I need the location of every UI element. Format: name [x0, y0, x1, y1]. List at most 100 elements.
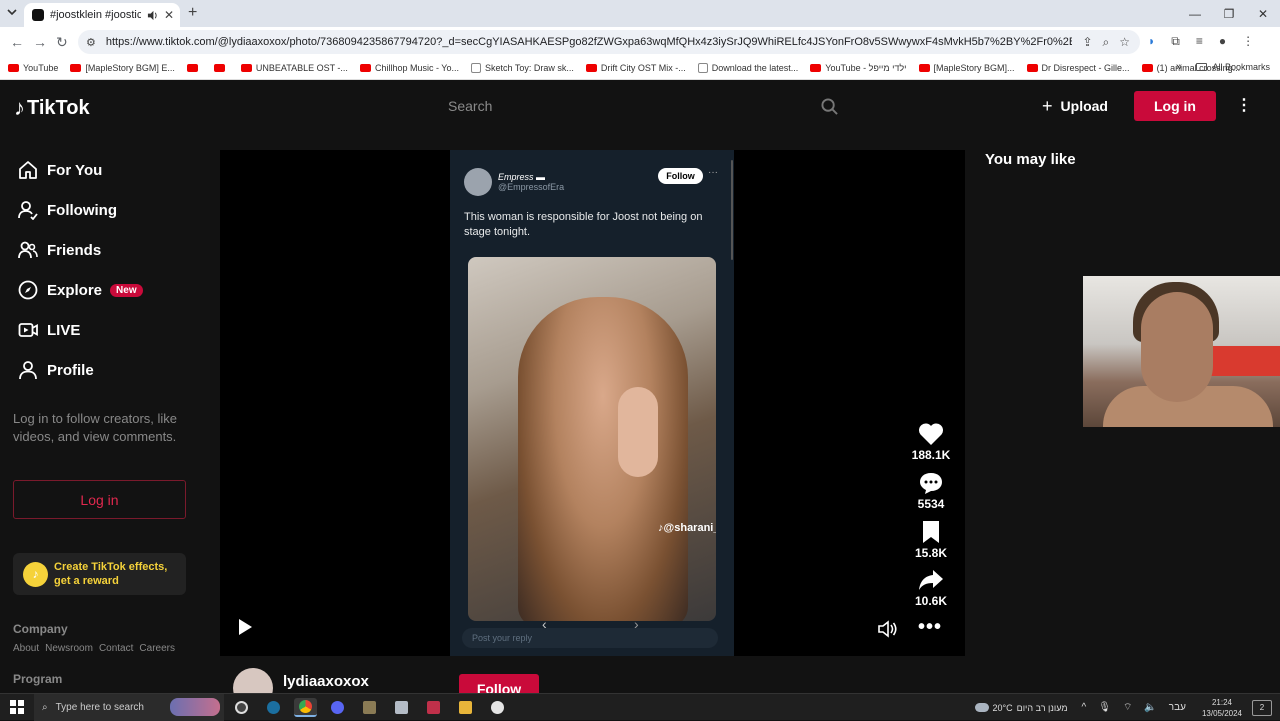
browser-tab-strip: #joostklein #joostice #justi ✕ + — ❐ ✕	[0, 0, 1280, 27]
new-tab-button[interactable]: +	[188, 4, 197, 22]
search-input[interactable]: Search	[436, 91, 850, 121]
sidebar-item-for-you[interactable]: For You	[0, 150, 200, 190]
footer-link[interactable]: About	[13, 643, 39, 654]
sidebar-item-explore[interactable]: ExploreNew	[0, 270, 200, 310]
reload-icon[interactable]: ↻	[56, 34, 68, 51]
sidebar-item-friends[interactable]: Friends	[0, 230, 200, 270]
post-more-icon: ···	[708, 167, 718, 178]
notification-center-icon[interactable]: 2	[1252, 700, 1272, 716]
profile-icon	[18, 360, 38, 380]
post-scrollbar[interactable]	[731, 160, 733, 260]
volume-tray-icon[interactable]: 🔈	[1144, 702, 1156, 713]
extensions-puzzle-icon[interactable]: ⧉	[1171, 34, 1180, 49]
footer-link[interactable]: Newsroom	[45, 643, 93, 654]
footer-link[interactable]: Contact	[99, 643, 133, 654]
taskbar-search-input[interactable]: ⌕ Type here to search	[34, 694, 224, 721]
header-login-button[interactable]: Log in	[1134, 91, 1216, 121]
microphone-icon[interactable]: 🎙	[1098, 702, 1111, 713]
bookmark-item[interactable]: YouTube	[8, 63, 58, 73]
site-info-icon[interactable]: ⚙	[86, 36, 96, 49]
sidebar-login-button[interactable]: Log in	[13, 480, 186, 519]
bookmark-item[interactable]: YouTube - ילדי מייפל	[810, 63, 906, 73]
bookmarks-overflow-icon[interactable]: »	[1176, 61, 1182, 73]
clock[interactable]: 21:24 13/05/2024	[1202, 697, 1242, 719]
app9-icon[interactable]	[486, 698, 509, 717]
chrome-menu-icon[interactable]: ⋮	[1242, 34, 1254, 49]
volume-icon[interactable]	[878, 620, 898, 643]
speaker-icon[interactable]	[147, 10, 158, 21]
bookmark-item[interactable]	[214, 64, 229, 72]
browser-tab-active[interactable]: #joostklein #joostice #justi ✕	[24, 3, 180, 27]
sidebar-item-profile[interactable]: Profile	[0, 350, 200, 390]
sidebar-item-following[interactable]: Following	[0, 190, 200, 230]
all-bookmarks-button[interactable]: All Bookmarks	[1196, 62, 1270, 72]
author-username[interactable]: lydiaaxoxox	[283, 673, 369, 690]
language-indicator[interactable]: עבר	[1169, 702, 1186, 713]
bookmark-label: [MapleStory BGM] E...	[85, 63, 175, 73]
bookmark-star-icon[interactable]: ☆	[1119, 35, 1130, 50]
restore-icon[interactable]: ❐	[1212, 0, 1246, 27]
bookmark-item[interactable]: [MapleStory BGM]...	[919, 63, 1015, 73]
file-explorer-icon[interactable]	[454, 698, 477, 717]
system-tray: 20°C מעונן רב היום ^ 🎙 ⌔ 🔈 עבר 21:24 13/…	[975, 694, 1280, 721]
steam-app-icon[interactable]	[262, 698, 285, 717]
folder-icon	[1196, 63, 1207, 71]
comment-button[interactable]: 5534	[910, 471, 952, 511]
extension-icon[interactable]: ◗	[1148, 34, 1155, 49]
play-icon[interactable]	[236, 618, 254, 641]
address-bar[interactable]: ⚙ https://www.tiktok.com/@lydiaaxoxox/ph…	[78, 30, 1140, 54]
tab-title: #joostklein #joostice #justi	[50, 9, 141, 21]
bookmark-item[interactable]: Chillhop Music - Yo...	[360, 63, 459, 73]
browser-toolbar: ← → ↻ ⚙ https://www.tiktok.com/@lydiaaxo…	[0, 27, 1280, 57]
footer-company-heading[interactable]: Company	[13, 622, 68, 636]
bookmark-item[interactable]: Sketch Toy: Draw sk...	[471, 63, 574, 73]
tab-search-icon[interactable]	[6, 6, 18, 18]
minimize-icon[interactable]: —	[1178, 0, 1212, 27]
chrome-app-icon[interactable]	[294, 698, 317, 717]
footer-link[interactable]: Careers	[139, 643, 175, 654]
video-more-icon[interactable]: •••	[918, 616, 942, 639]
sidebar-item-label: Friends	[47, 242, 101, 259]
bookmark-item[interactable]: UNBEATABLE OST -...	[241, 63, 348, 73]
discord-app-icon[interactable]	[326, 698, 349, 717]
video-player[interactable]: Empress ▬ @EmpressofEra Follow ··· This …	[220, 150, 965, 656]
bookmark-item[interactable]	[187, 64, 202, 72]
bookmark-item[interactable]: Download the latest...	[698, 63, 799, 73]
windows-start-icon[interactable]	[10, 700, 24, 719]
obs-app-icon[interactable]	[230, 698, 253, 717]
close-tab-icon[interactable]: ✕	[164, 8, 174, 22]
bookmark-item[interactable]: [MapleStory BGM] E...	[70, 63, 175, 73]
footer-program-heading[interactable]: Program	[13, 672, 62, 686]
bookmark-item[interactable]: Dr Disrespect - Gille...	[1027, 63, 1130, 73]
weather-text: מעונן רב היום	[1017, 703, 1068, 713]
tiktok-logo[interactable]: ♪ TikTok	[14, 95, 90, 121]
more-options-icon[interactable]: ⋮	[1236, 95, 1252, 115]
save-button[interactable]: 15.8K	[910, 520, 952, 560]
install-app-icon[interactable]: ⇪	[1082, 35, 1092, 50]
weather-widget[interactable]: 20°C מעונן רב היום	[975, 703, 1068, 713]
back-icon[interactable]: ←	[10, 34, 24, 50]
zoom-icon[interactable]: ⌕	[1103, 35, 1110, 50]
post-photo: ♪@sharani_	[468, 257, 716, 621]
network-icon[interactable]: ⌔	[1123, 701, 1132, 714]
app5-icon[interactable]	[358, 698, 381, 717]
tray-chevron-icon[interactable]: ^	[1082, 702, 1087, 713]
carousel-prev-icon[interactable]: ‹	[542, 616, 547, 632]
forward-icon[interactable]: →	[33, 34, 47, 50]
share-button[interactable]: 10.6K	[910, 568, 952, 608]
youtube-icon	[586, 64, 597, 72]
like-button[interactable]: 188.1K	[910, 422, 952, 462]
reading-list-icon[interactable]: ≡	[1196, 34, 1203, 49]
upload-button[interactable]: + Upload	[1032, 91, 1118, 121]
app7-icon[interactable]	[422, 698, 445, 717]
home-icon	[18, 160, 38, 180]
app6-icon[interactable]	[390, 698, 413, 717]
search-icon[interactable]	[821, 98, 838, 118]
footer-links: About Newsroom Contact Careers	[13, 643, 175, 654]
bookmark-item[interactable]: Drift City OST Mix -...	[586, 63, 686, 73]
sidebar-item-live[interactable]: LIVE	[0, 310, 200, 350]
close-window-icon[interactable]: ✕	[1246, 0, 1280, 27]
profile-avatar-icon[interactable]: ●	[1219, 34, 1226, 49]
carousel-next-icon[interactable]: ›	[634, 616, 639, 632]
create-effects-card[interactable]: ♪ Create TikTok effects, get a reward	[13, 553, 186, 595]
